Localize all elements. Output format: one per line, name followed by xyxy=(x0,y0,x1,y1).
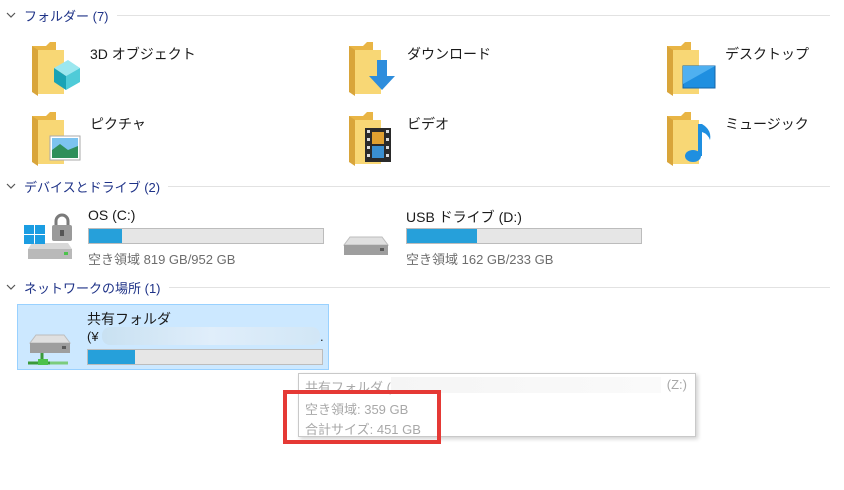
group-divider xyxy=(168,185,830,187)
downloads-folder-icon xyxy=(345,38,401,102)
folder-label: ピクチャ xyxy=(90,116,146,132)
folder-label: ビデオ xyxy=(407,116,449,132)
drive-usage-bar xyxy=(406,228,642,244)
drive-label: OS (C:) xyxy=(88,207,136,223)
drive-label: USB ドライブ (D:) xyxy=(406,209,522,225)
group-title: デバイスとドライブ (2) xyxy=(24,179,161,195)
drive-usage-bar xyxy=(88,228,324,244)
folder-downloads[interactable]: ダウンロード xyxy=(345,38,491,102)
drive-free-space: 空き領域 162 GB/233 GB xyxy=(406,252,554,267)
folder-desktop[interactable]: デスクトップ xyxy=(663,38,809,102)
redacted-path xyxy=(102,327,320,345)
chevron-down-icon xyxy=(0,284,22,290)
network-drive-shared-folder[interactable]: 共有フォルダ (¥ . xyxy=(17,304,329,370)
folder-label: ミュージック xyxy=(725,116,809,132)
chevron-down-icon xyxy=(0,12,22,18)
group-divider xyxy=(168,286,830,288)
group-title: ネットワークの場所 (1) xyxy=(24,280,161,296)
chevron-down-icon xyxy=(0,183,22,189)
music-folder-icon xyxy=(663,108,719,172)
3d-objects-folder-icon xyxy=(28,38,84,102)
group-header-folders[interactable]: フォルダー (7) xyxy=(0,4,844,26)
drive-d[interactable]: USB ドライブ (D:) 空き領域 162 GB/233 GB xyxy=(336,207,656,267)
group-title: フォルダー (7) xyxy=(24,8,109,24)
windows-drive-lock-icon xyxy=(18,213,78,265)
tooltip-drive-letter: (Z:) xyxy=(666,377,687,392)
folder-label: 3D オブジェクト xyxy=(90,46,196,62)
folder-pictures[interactable]: ピクチャ xyxy=(28,108,146,172)
network-path: (¥ xyxy=(87,329,99,344)
folder-3d-objects[interactable]: 3D オブジェクト xyxy=(28,38,196,102)
group-header-devices[interactable]: デバイスとドライブ (2) xyxy=(0,175,844,197)
pictures-folder-icon xyxy=(28,108,84,172)
folder-label: ダウンロード xyxy=(407,46,491,62)
group-header-network[interactable]: ネットワークの場所 (1) xyxy=(0,276,844,298)
folder-music[interactable]: ミュージック xyxy=(663,108,809,172)
folder-videos[interactable]: ビデオ xyxy=(345,108,449,172)
highlight-box xyxy=(283,390,441,444)
desktop-folder-icon xyxy=(663,38,719,102)
drive-label: 共有フォルダ xyxy=(87,311,171,327)
drive-free-space: 空き領域 819 GB/952 GB xyxy=(88,252,236,267)
videos-folder-icon xyxy=(345,108,401,172)
drive-c[interactable]: OS (C:) 空き領域 819 GB/952 GB xyxy=(18,207,338,267)
group-divider xyxy=(116,14,830,16)
network-path-end: . xyxy=(320,329,324,344)
drive-usage-bar xyxy=(87,349,323,365)
folder-label: デスクトップ xyxy=(725,46,809,62)
network-drive-icon xyxy=(22,319,82,369)
usb-drive-icon xyxy=(336,213,396,265)
